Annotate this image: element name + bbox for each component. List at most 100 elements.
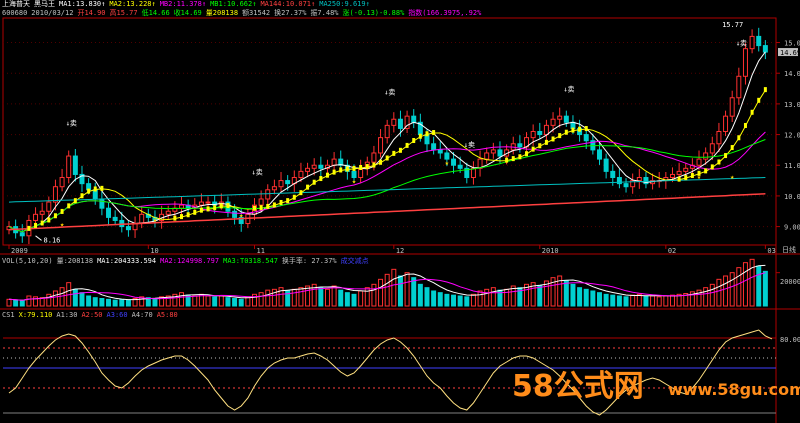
- trend-marker: [379, 159, 383, 165]
- volume-bar: [709, 283, 715, 307]
- candle-body: [669, 173, 675, 179]
- trend-marker: [292, 194, 296, 200]
- volume-bar: [298, 287, 304, 307]
- volume-bar: [305, 285, 311, 307]
- price-tick-label: 9.00: [784, 224, 800, 232]
- trend-marker: [571, 127, 575, 133]
- candle-body: [271, 186, 277, 191]
- candle-body: [305, 167, 311, 172]
- volume-bar: [391, 268, 397, 307]
- trend-marker: [750, 109, 754, 115]
- trend-marker: [312, 179, 316, 185]
- candle-body: [696, 158, 702, 166]
- candle-body: [563, 115, 569, 123]
- volume-bar: [371, 283, 377, 307]
- date-tick-label: 02: [668, 247, 676, 255]
- trend-marker: [352, 165, 356, 171]
- trend-marker: [40, 220, 44, 226]
- volume-bar: [72, 288, 78, 307]
- candle-body: [411, 115, 417, 123]
- volume-bar: [99, 298, 105, 307]
- candle-body: [490, 149, 496, 154]
- trend-marker: [73, 198, 77, 204]
- volume-bar: [125, 299, 131, 307]
- volume-bar: [26, 295, 32, 307]
- trend-marker: [206, 206, 210, 212]
- trend-marker: [677, 176, 681, 182]
- volume-bar: [52, 290, 58, 307]
- candle-body: [384, 124, 390, 139]
- volume-bar: [245, 296, 251, 307]
- star-marker: ★: [730, 173, 735, 181]
- volume-bar: [351, 293, 357, 307]
- volume-bar: [643, 295, 649, 307]
- volume-bar: [583, 288, 589, 307]
- volume-bar: [749, 258, 755, 307]
- volume-bar: [736, 267, 742, 307]
- candle-body: [66, 155, 72, 179]
- volume-bar: [490, 287, 496, 307]
- trend-marker: [180, 214, 184, 220]
- sell-signal-label: ↓卖: [384, 89, 395, 97]
- trend-marker: [418, 133, 422, 139]
- volume-bar: [656, 296, 662, 307]
- candle-body: [550, 118, 556, 126]
- volume-bar: [537, 285, 543, 307]
- volume-bar: [424, 287, 430, 307]
- trend-marker: [266, 203, 270, 209]
- volume-bar: [112, 299, 118, 307]
- volume-bar: [563, 280, 569, 307]
- volume-bar: [59, 287, 65, 307]
- volume-bar: [86, 295, 92, 307]
- candle-body: [351, 170, 357, 179]
- stock-chart[interactable]: 9.00 10.00 11.00 12.00 13.00 14.00 15.00 2009 10…: [0, 0, 800, 423]
- trend-marker: [743, 122, 747, 128]
- candle-body: [623, 183, 629, 188]
- date-tick-label: 11: [256, 247, 264, 255]
- volume-bar: [610, 294, 616, 307]
- candle-body: [497, 149, 503, 157]
- trend-marker: [53, 213, 57, 219]
- volume-bar: [590, 290, 596, 307]
- volume-bar: [258, 292, 264, 307]
- volume-bar: [663, 295, 669, 307]
- candle-body: [278, 180, 284, 188]
- trend-marker: [67, 203, 71, 209]
- volume-bar: [318, 287, 324, 307]
- volume-bar: [324, 288, 330, 307]
- price-tick-label: 11.00: [784, 162, 800, 170]
- volume-bar: [570, 283, 576, 307]
- candle-body: [391, 118, 397, 126]
- price-tick-label: 13.00: [784, 101, 800, 109]
- volume-bar: [464, 296, 470, 307]
- date-tick-label: 2009: [11, 247, 28, 255]
- candle-body: [583, 134, 589, 142]
- trend-marker: [425, 131, 429, 137]
- candle-body: [597, 149, 602, 160]
- price-tick-label: 12.00: [784, 132, 800, 140]
- date-tick-label: 10: [150, 247, 158, 255]
- trend-marker: [60, 208, 64, 214]
- price-tick-label: 15.00: [784, 40, 800, 48]
- candle-body: [46, 201, 52, 212]
- candle-body: [457, 164, 463, 169]
- trend-marker: [87, 188, 91, 194]
- volume-bar: [756, 265, 762, 307]
- ma-line-ma144: [8, 193, 766, 231]
- trend-marker: [412, 138, 416, 144]
- volume-bar: [762, 270, 768, 307]
- trend-marker: [398, 147, 402, 153]
- trend-marker: [518, 154, 522, 160]
- candle-body: [258, 198, 264, 206]
- trend-marker: [405, 142, 409, 148]
- volume-bar: [636, 293, 642, 307]
- candle-body: [285, 180, 291, 185]
- volume-bar: [404, 272, 410, 307]
- volume-bar: [378, 278, 384, 307]
- volume-bar: [484, 288, 490, 307]
- candle-body: [749, 35, 755, 50]
- trend-marker: [34, 222, 38, 228]
- volume-bar: [344, 292, 350, 307]
- trend-marker: [339, 167, 343, 173]
- volume-bar: [265, 289, 271, 307]
